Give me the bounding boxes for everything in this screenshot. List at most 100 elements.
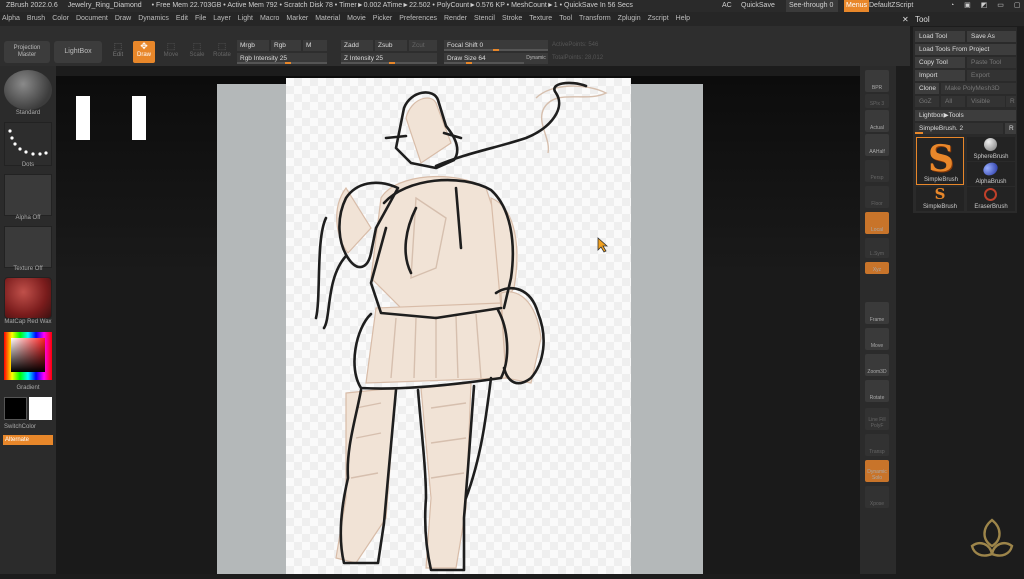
alphabrush-tile[interactable]: AlphaBrush xyxy=(967,160,1015,186)
menu-tool[interactable]: Tool xyxy=(557,12,577,26)
menu-edit[interactable]: Edit xyxy=(174,12,193,26)
menu-color[interactable]: Color xyxy=(50,12,74,26)
menu-alpha[interactable]: Alpha xyxy=(0,12,25,26)
actual-button[interactable]: Actual xyxy=(865,110,889,132)
menu-draw[interactable]: Draw xyxy=(113,12,136,26)
simplebrush-tile[interactable]: S SimpleBrush xyxy=(916,137,964,185)
floor-button[interactable]: Floor xyxy=(865,186,889,208)
rotate-view-button[interactable]: Rotate xyxy=(865,380,889,402)
stroke-thumbnail[interactable] xyxy=(4,122,52,166)
projection-master-button[interactable]: Projection Master xyxy=(4,41,50,63)
menu-material[interactable]: Material xyxy=(313,12,345,26)
color-square[interactable] xyxy=(11,338,45,372)
transp-button[interactable]: Transp xyxy=(865,434,889,456)
mrgb-button[interactable]: Mrgb xyxy=(237,40,269,51)
xyz-button[interactable]: Xyz xyxy=(865,262,889,274)
color-picker[interactable] xyxy=(4,332,52,380)
quicksave-button[interactable]: QuickSave xyxy=(741,0,775,12)
primary-color-swatch[interactable] xyxy=(29,397,52,420)
zoom3d-button[interactable]: Zoom3D xyxy=(865,354,889,376)
solo-button[interactable]: Dynamic Solo xyxy=(865,460,889,482)
focal-shift-slider[interactable]: Focal Shift 0 xyxy=(444,40,548,51)
lightbox-button[interactable]: LightBox xyxy=(54,41,102,63)
menu-preferences[interactable]: Preferences xyxy=(397,12,442,26)
move-button[interactable]: ⬚ Move xyxy=(160,41,182,63)
clone-button[interactable]: Clone xyxy=(915,83,939,94)
all-button[interactable]: All xyxy=(941,96,965,107)
menu-layer[interactable]: Layer xyxy=(211,12,236,26)
lsym-button[interactable]: L.Sym xyxy=(865,238,889,258)
menu-marker[interactable]: Marker xyxy=(284,12,313,26)
move-view-button[interactable]: Move xyxy=(865,328,889,350)
menu-texture[interactable]: Texture xyxy=(527,12,557,26)
r-button[interactable]: R xyxy=(1006,96,1016,107)
local-button[interactable]: Local xyxy=(865,212,889,234)
eraserbrush-tile[interactable]: EraserBrush xyxy=(967,187,1015,211)
simplebrush-2-tile[interactable]: S SimpleBrush xyxy=(916,185,964,211)
menu-stencil[interactable]: Stencil xyxy=(472,12,500,26)
menu-dynamics[interactable]: Dynamics xyxy=(136,12,174,26)
zadd-button[interactable]: Zadd xyxy=(341,40,373,51)
menu-light[interactable]: Light xyxy=(236,12,258,26)
rotate-button[interactable]: ⬚ Rotate xyxy=(211,41,233,63)
scale-button[interactable]: ⬚ Scale xyxy=(186,41,208,63)
aahalf-button[interactable]: AAHalf xyxy=(865,134,889,156)
menu-picker[interactable]: Picker xyxy=(371,12,397,26)
r2-button[interactable]: R xyxy=(1005,123,1016,134)
texture-thumbnail[interactable] xyxy=(4,226,52,268)
brush-thumbnail[interactable] xyxy=(4,70,52,110)
persp-button[interactable]: Persp xyxy=(865,160,889,182)
spix-button[interactable]: SPix 3 xyxy=(865,94,889,108)
load-tool-button[interactable]: Load Tool xyxy=(915,31,965,42)
rgb-button[interactable]: Rgb xyxy=(271,40,301,51)
edit-button[interactable]: ⬚ Edit xyxy=(108,41,128,63)
export-button[interactable]: Export xyxy=(967,70,1016,81)
bpr-button[interactable]: BPR xyxy=(865,70,889,92)
menus-button[interactable]: Menus xyxy=(844,0,870,12)
menu-movie[interactable]: Movie xyxy=(345,12,371,26)
z-intensity-slider[interactable]: Z Intensity 25 xyxy=(341,53,437,64)
see-through-slider[interactable]: See-through 0 xyxy=(786,0,838,12)
xpose-button[interactable]: Xpose xyxy=(865,486,889,508)
draw-button[interactable]: ✥ Draw xyxy=(133,41,155,63)
material-thumbnail[interactable] xyxy=(4,277,52,319)
lightbox-tools-button[interactable]: Lightbox▶Tools xyxy=(915,110,1016,121)
dynamic-button[interactable]: Dynamic xyxy=(524,53,548,64)
zcut-button[interactable]: Zcut xyxy=(409,40,437,51)
zsub-button[interactable]: Zsub xyxy=(375,40,407,51)
default-zscript-button[interactable]: DefaultZScript xyxy=(869,0,913,12)
ac-button[interactable]: AC xyxy=(722,0,732,12)
menu-brush[interactable]: Brush xyxy=(25,12,50,26)
make-polymesh-button[interactable]: Make PolyMesh3D xyxy=(941,83,1016,94)
import-button[interactable]: Import xyxy=(915,70,965,81)
load-from-project-button[interactable]: Load Tools From Project xyxy=(915,44,1016,55)
menu-macro[interactable]: Macro xyxy=(258,12,284,26)
menu-zscript[interactable]: Zscript xyxy=(646,12,674,26)
rgb-intensity-slider[interactable]: Rgb Intensity 25 xyxy=(237,53,327,64)
spherebrush-tile[interactable]: SphereBrush xyxy=(967,137,1015,161)
menu-zplugin[interactable]: Zplugin xyxy=(616,12,646,26)
draw-size-slider[interactable]: Draw Size 64 xyxy=(444,53,524,64)
menu-help[interactable]: Help xyxy=(674,12,695,26)
alternate-button[interactable]: Alternate xyxy=(3,435,53,445)
menu-document[interactable]: Document xyxy=(74,12,113,26)
secondary-color-swatch[interactable] xyxy=(4,397,27,420)
menu-file[interactable]: File xyxy=(193,12,211,26)
copy-tool-button[interactable]: Copy Tool xyxy=(915,57,965,68)
save-as-button[interactable]: Save As xyxy=(967,31,1016,42)
frame-button[interactable]: Frame xyxy=(865,302,889,324)
document-canvas[interactable] xyxy=(286,78,631,574)
menu-render[interactable]: Render xyxy=(442,12,472,26)
alpha-thumbnail[interactable] xyxy=(4,174,52,216)
paste-tool-button[interactable]: Paste Tool xyxy=(967,57,1016,68)
polyf-button[interactable]: Line Fill PolyF xyxy=(865,408,889,430)
goz-button[interactable]: GoZ xyxy=(915,96,939,107)
m-button[interactable]: M xyxy=(303,40,327,51)
visible-button[interactable]: Visible xyxy=(967,96,1005,107)
gear-icon: ✕ xyxy=(902,15,909,24)
window-controls[interactable]: ◔ ▣ ◩ ▭ ▢ ✕ xyxy=(950,0,1024,12)
switchcolor-button[interactable]: SwitchColor xyxy=(0,424,56,430)
current-tool-slider[interactable]: SimpleBrush. 2 xyxy=(915,123,1003,134)
menu-transform[interactable]: Transform xyxy=(577,12,616,26)
menu-stroke[interactable]: Stroke xyxy=(500,12,527,26)
